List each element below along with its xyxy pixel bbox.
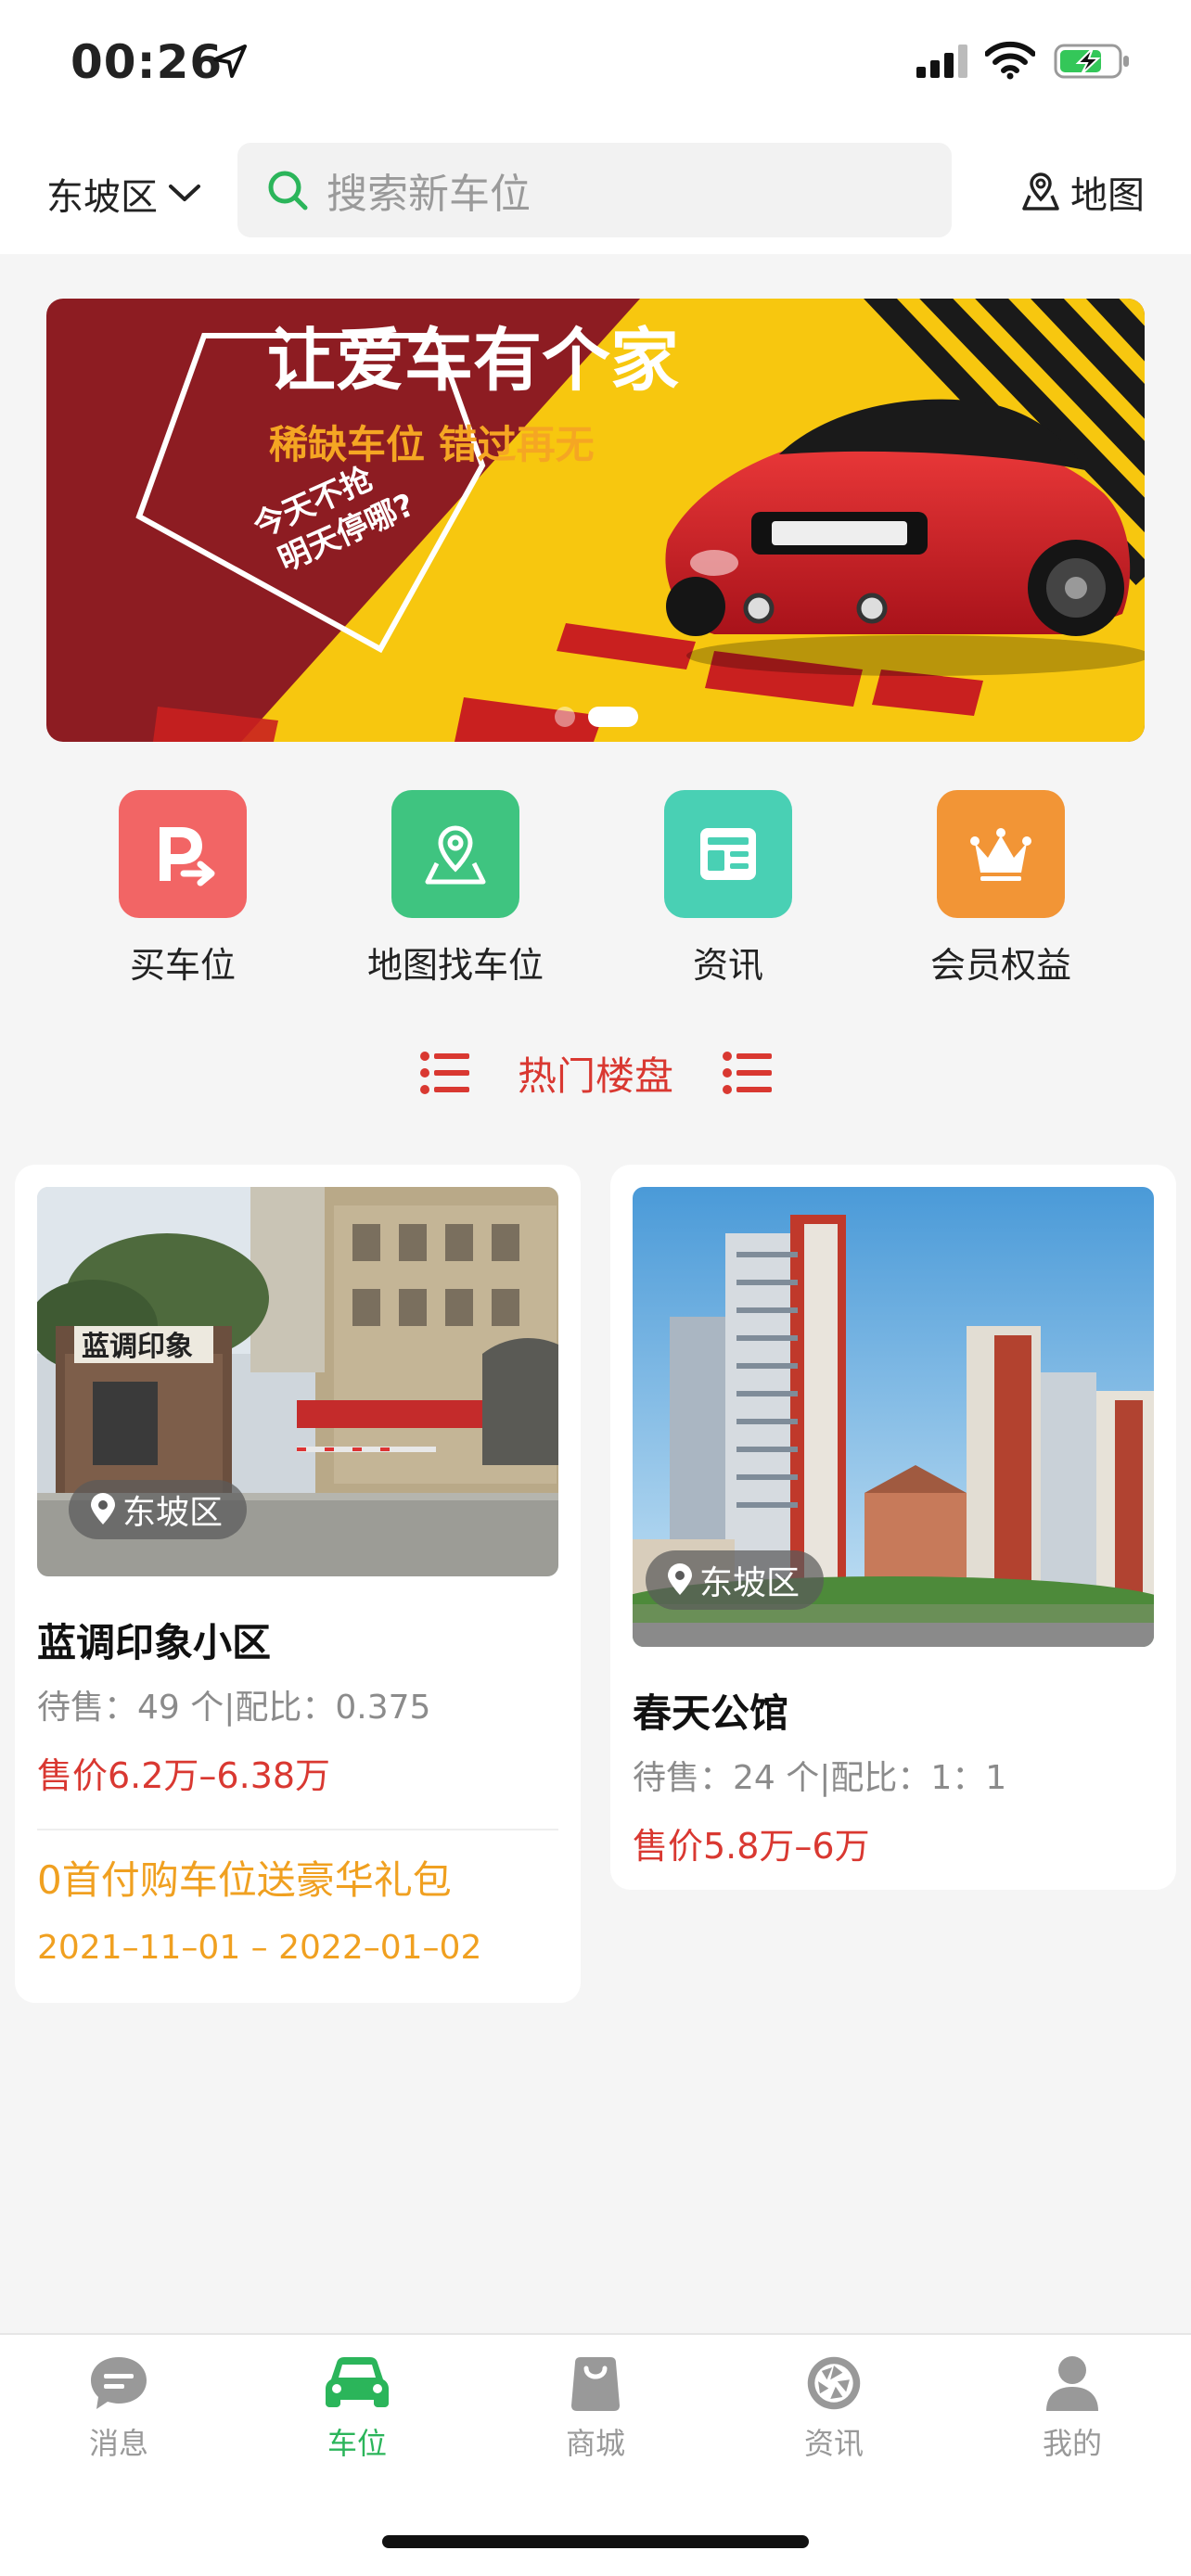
news-icon [664,790,792,918]
entry-member-benefits[interactable]: 会员权益 [880,790,1121,988]
location-arrow-icon [213,45,247,78]
status-time: 00:26 [70,35,224,89]
location-pin-icon [91,1493,115,1524]
map-pin-icon [391,790,519,918]
listing-name: 蓝调印象小区 [37,1620,272,1665]
shopping-bag-icon [571,2357,620,2411]
entry-map-find-parking[interactable]: 地图找车位 [335,790,576,988]
listing-card[interactable]: 东坡区 春天公馆 待售：24 个|配比：1：1 售价5.8万–6万 [610,1165,1176,1890]
search-input[interactable]: 搜索新车位 [237,143,952,237]
listing-name: 春天公馆 [633,1690,789,1736]
person-icon [1046,2356,1098,2411]
tab-news[interactable]: 资讯 [760,2353,908,2463]
list-icon [723,1052,772,1094]
tab-profile[interactable]: 我的 [998,2353,1146,2463]
map-button-label: 地图 [1070,174,1145,217]
entry-label: 买车位 [129,945,236,986]
cellular-signal-icon [916,45,967,78]
entry-label: 地图找车位 [366,945,544,986]
status-bar: 00:26 [0,0,1191,130]
banner-headline: 让爱车有个家 [267,321,679,401]
building-sign: 蓝调印象 [82,1331,193,1363]
tab-label: 商城 [565,2426,625,2461]
wifi-icon [985,41,1035,80]
listing-info: 待售：24 个|配比：1：1 [633,1759,1007,1797]
home-indicator[interactable] [382,2535,809,2548]
hot-section-title: 热门楼盘 [517,1052,673,1099]
listing-price: 售价6.2万–6.38万 [37,1755,331,1796]
district-selector[interactable]: 东坡区 [46,167,202,221]
banner-artwork: 让爱车有个家 稀缺车位 错过再无 今天不抢 明天停哪? [46,299,1145,742]
district-tag-label: 东坡区 [699,1564,800,1602]
tab-label: 资讯 [803,2426,864,2461]
parking-icon [119,790,247,918]
carousel-dot[interactable] [555,707,575,727]
entry-news[interactable]: 资讯 [608,790,849,988]
district-tag: 东坡区 [646,1550,825,1610]
map-pin-outline-icon [1022,172,1059,210]
battery-charging-icon [1054,44,1129,79]
tab-messages[interactable]: 消息 [45,2353,193,2463]
carousel-indicator [555,707,638,727]
district-tag-label: 东坡区 [122,1494,224,1532]
tab-label: 我的 [1042,2426,1102,2461]
listing-info: 待售：49 个|配比：0.375 [37,1689,431,1727]
chevron-down-icon [169,185,200,201]
tab-mall[interactable]: 商城 [521,2353,670,2463]
district-tag: 东坡区 [69,1480,248,1539]
promo-banner[interactable]: 让爱车有个家 稀缺车位 错过再无 今天不抢 明天停哪? [46,299,1145,742]
carousel-dot-active[interactable] [588,707,638,727]
car-icon [326,2357,389,2407]
entry-label: 会员权益 [929,945,1071,986]
tab-label: 车位 [327,2426,387,2461]
banner-subline: 稀缺车位 错过再无 [269,422,595,467]
search-icon [268,171,308,210]
tab-parking[interactable]: 车位 [283,2353,431,2463]
divider [37,1829,558,1830]
quick-entries: 买车位 地图找车位 资讯 会员权益 [0,790,1191,994]
map-button[interactable]: 地图 [1020,165,1145,219]
list-icon [419,1052,469,1094]
listing-promo-dates: 2021–11–01 – 2022–01–02 [37,1929,482,1967]
entry-label: 资讯 [692,945,763,986]
search-placeholder: 搜索新车位 [327,171,531,218]
message-icon [91,2357,147,2409]
district-label: 东坡区 [46,176,158,219]
hot-section-header: 热门楼盘 [0,1040,1191,1105]
listing-price: 售价5.8万–6万 [633,1826,870,1867]
top-bar: 东坡区 搜索新车位 地图 [0,130,1191,254]
listing-promo: 0首付购车位送豪华礼包 [37,1857,452,1903]
location-pin-icon [668,1563,692,1595]
entry-buy-parking[interactable]: 买车位 [62,790,303,988]
listing-card[interactable]: 蓝调印象 东坡区 蓝调印象小区 待售：49 个|配比：0.375 售价6.2万–… [15,1165,581,2003]
aperture-icon [807,2356,861,2410]
tab-label: 消息 [88,2426,148,2461]
crown-icon [937,790,1065,918]
